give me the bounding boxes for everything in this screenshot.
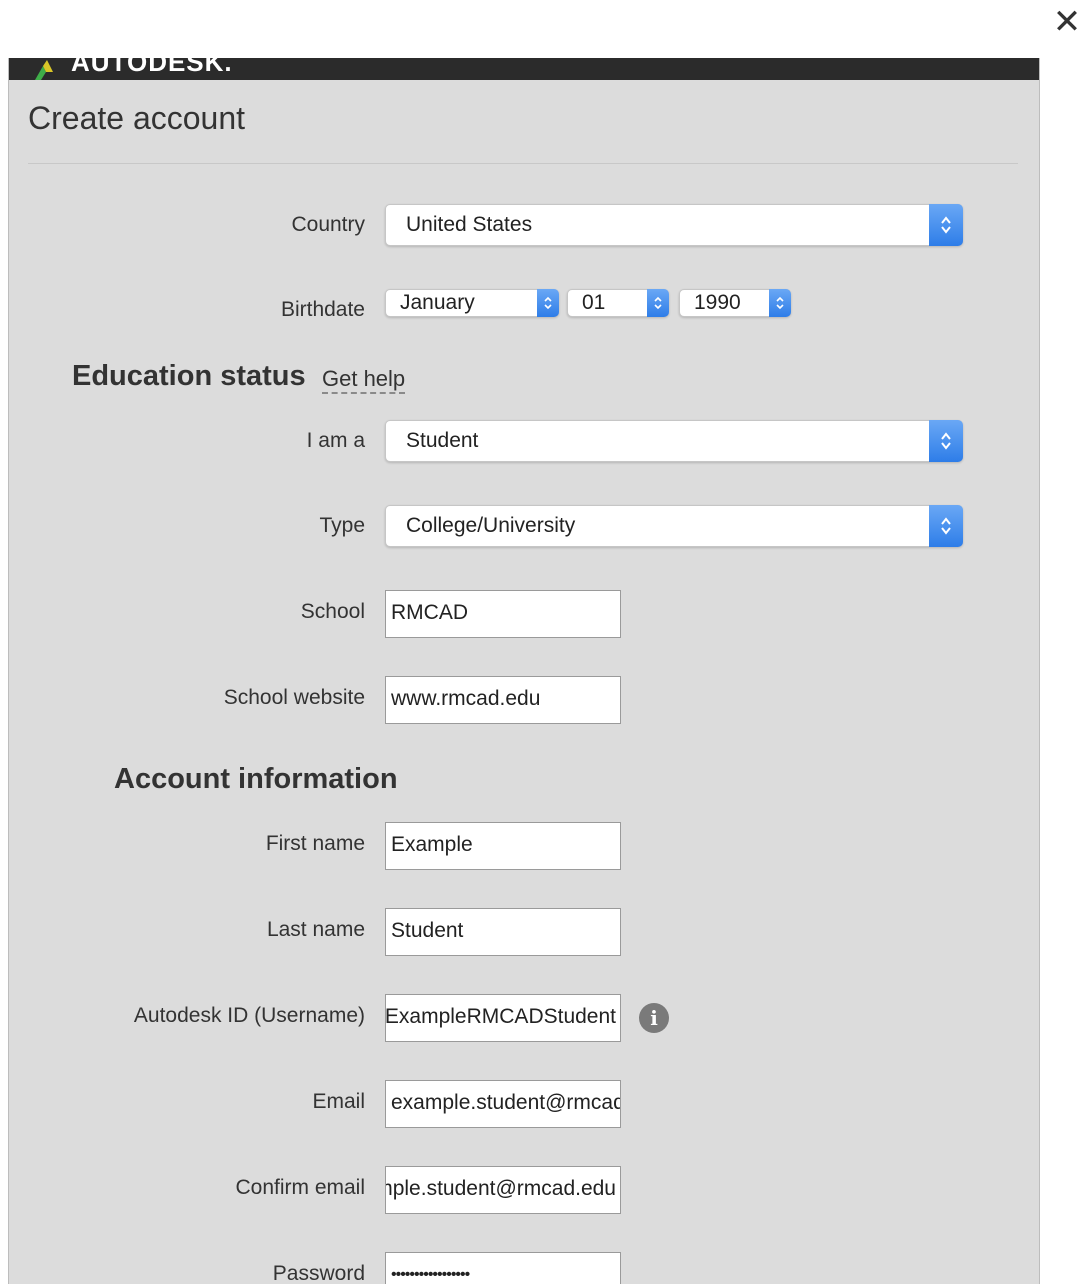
education-status-heading: Education status: [72, 360, 306, 392]
select-arrows-icon: [929, 420, 963, 462]
last-name-value: Student: [391, 919, 464, 942]
autodesk-id-label: Autodesk ID (Username): [133, 1004, 365, 1027]
autodesk-logo-icon: [35, 60, 53, 80]
password-value: •••••••••••••••••: [391, 1266, 470, 1283]
select-arrows-icon: [769, 289, 791, 317]
account-information-heading: Account information: [114, 763, 398, 795]
birth-day-value: 01: [582, 291, 606, 314]
info-icon[interactable]: i: [639, 1003, 669, 1033]
email-label: Email: [312, 1090, 365, 1113]
country-value: United States: [406, 213, 533, 236]
birth-day-select[interactable]: 01: [567, 289, 669, 317]
type-label: Type: [319, 514, 365, 537]
i-am-a-value: Student: [406, 429, 479, 452]
birth-year-value: 1990: [694, 291, 741, 314]
select-arrows-icon: [537, 289, 559, 317]
first-name-value: Example: [391, 833, 473, 856]
first-name-label: First name: [265, 832, 365, 855]
i-am-a-label: I am a: [306, 429, 365, 452]
school-input[interactable]: RMCAD: [385, 590, 621, 638]
confirm-email-label: Confirm email: [235, 1176, 365, 1199]
birth-month-select[interactable]: January: [385, 289, 559, 317]
type-select[interactable]: College/University: [385, 505, 963, 547]
last-name-label: Last name: [266, 918, 365, 941]
password-input[interactable]: •••••••••••••••••: [385, 1252, 621, 1284]
page-title: Create account: [28, 100, 246, 136]
country-select[interactable]: United States: [385, 204, 963, 246]
create-account-dialog: AUTODESK. Create account Country United …: [8, 58, 1040, 1284]
school-website-input[interactable]: www.rmcad.edu: [385, 676, 621, 724]
email-input[interactable]: example.student@rmcad.edu: [385, 1080, 621, 1128]
i-am-a-select[interactable]: Student: [385, 420, 963, 462]
school-website-value: www.rmcad.edu: [391, 687, 541, 710]
first-name-input[interactable]: Example: [385, 822, 621, 870]
birthdate-label: Birthdate: [280, 298, 365, 321]
confirm-email-input[interactable]: example.student@rmcad.edu: [385, 1166, 621, 1214]
select-arrows-icon: [929, 505, 963, 547]
confirm-email-value: example.student@rmcad.edu: [386, 1177, 616, 1200]
autodesk-id-value: ExampleRMCADStudent: [385, 1005, 616, 1028]
autodesk-id-input[interactable]: ExampleRMCADStudent: [385, 994, 621, 1042]
brand-bar: AUTODESK.: [9, 58, 1039, 80]
select-arrows-icon: [929, 204, 963, 246]
select-arrows-icon: [647, 289, 669, 317]
close-icon[interactable]: ✕: [1052, 4, 1082, 40]
brand-logo-text: AUTODESK.: [71, 58, 233, 77]
school-website-label: School website: [223, 686, 365, 709]
last-name-input[interactable]: Student: [385, 908, 621, 956]
birth-year-select[interactable]: 1990: [679, 289, 791, 317]
password-label: Password: [272, 1262, 365, 1284]
birth-month-value: January: [400, 291, 475, 314]
school-value: RMCAD: [391, 601, 468, 624]
get-help-link[interactable]: Get help: [322, 366, 406, 394]
school-label: School: [300, 600, 365, 623]
country-label: Country: [291, 213, 365, 236]
email-value: example.student@rmcad.edu: [391, 1091, 620, 1114]
type-value: College/University: [406, 514, 576, 537]
title-divider: [28, 163, 1018, 164]
